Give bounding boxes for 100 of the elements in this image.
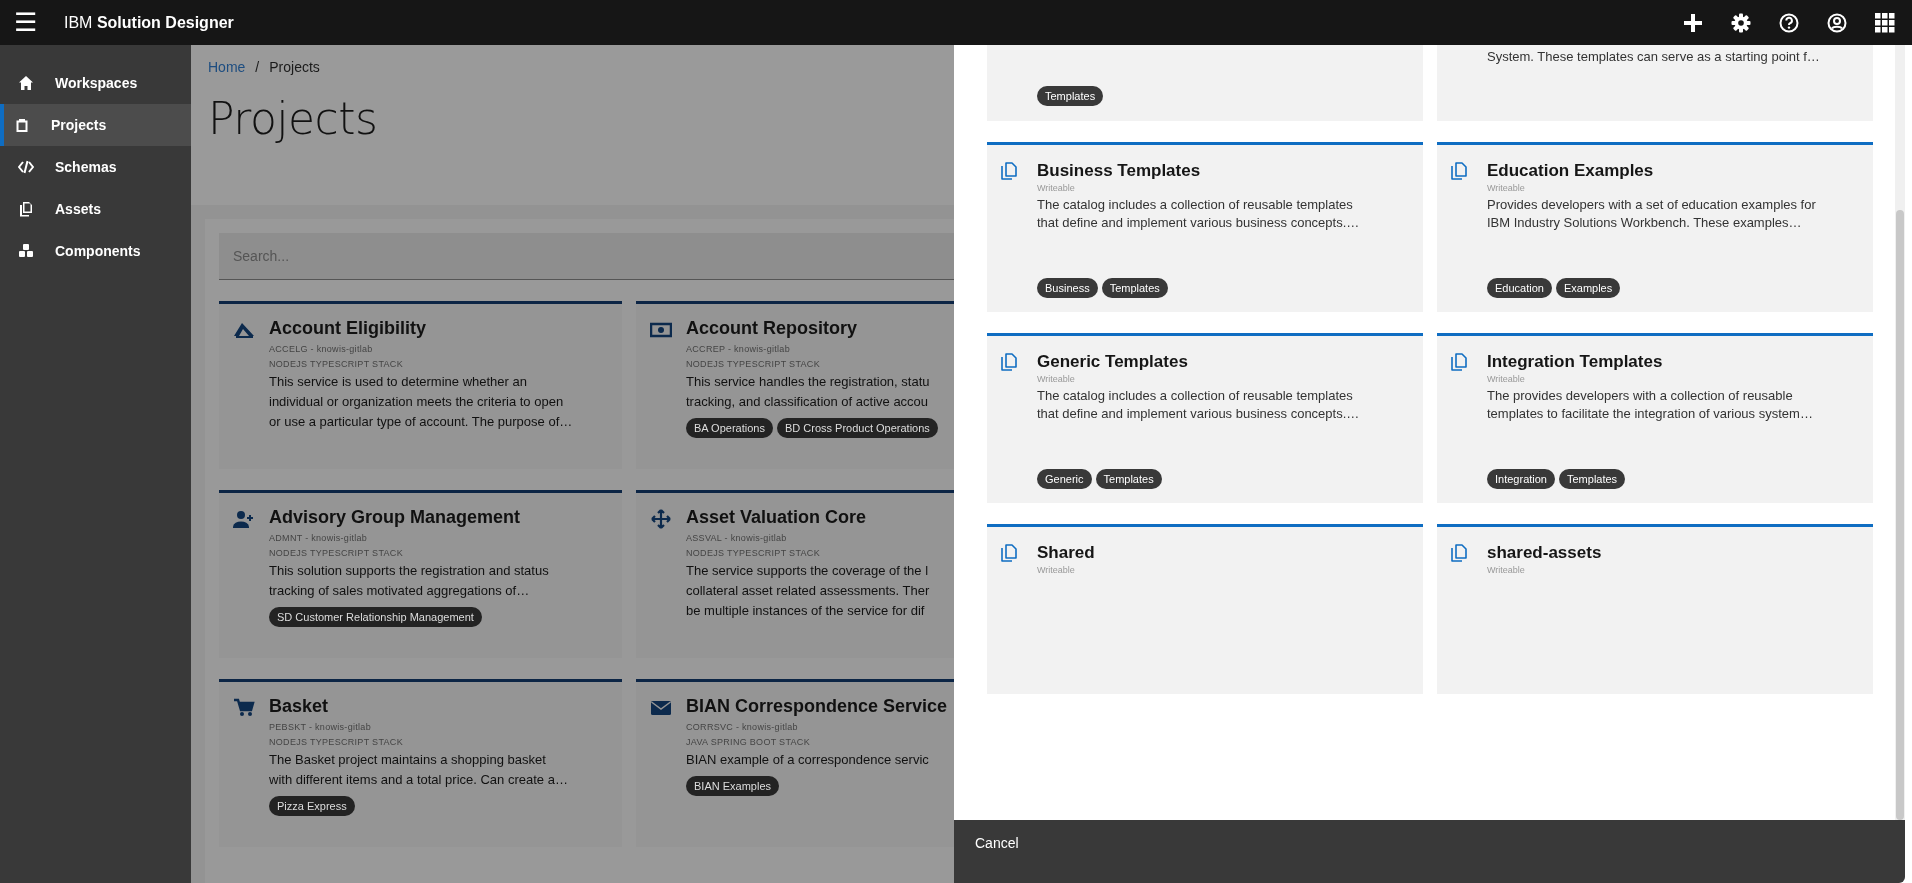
catalog-tag: Education <box>1487 278 1552 298</box>
project-tag: BA Operations <box>686 418 773 438</box>
breadcrumb-current: Projects <box>269 59 320 75</box>
catalog-card[interactable]: Generic Templates Writeable The catalog includes a collection of reusable templates that define and implement various business concepts.… Generic Templates <box>987 333 1423 503</box>
project-name: Advisory Group Management <box>269 507 522 528</box>
catalog-access: Writeable <box>1487 183 1526 193</box>
user-plus-icon <box>233 509 255 529</box>
project-source: CORRSVC - knowis-gitlab <box>686 722 799 732</box>
copy-icon <box>1001 162 1017 180</box>
project-tag: BD Cross Product Operations <box>776 418 938 438</box>
project-source: PEBSKT - knowis-gitlab <box>269 722 372 732</box>
settings-icon[interactable] <box>1731 12 1751 33</box>
project-stack: NODEJS TYPESCRIPT STACK <box>686 359 821 369</box>
scrollbar[interactable] <box>1895 45 1905 820</box>
copy-icon <box>1451 544 1467 562</box>
catalog-access: Writeable <box>1487 374 1526 384</box>
catalog-access: Writeable <box>1037 183 1076 193</box>
project-description: This service is used to determine whether an individual or organization meets the criteria to open or use a particular type of account. The purpose of… <box>269 373 573 431</box>
breadcrumb-separator: / <box>255 59 260 75</box>
project-card[interactable]: BIAN Correspondence Service CORRSVC - knowis-gitlab JAVA SPRING BOOT STACK BIAN example of a correspondence servic BIAN Examples <box>636 679 954 847</box>
catalog-tag: Templates <box>1559 469 1626 489</box>
project-source: ASSVAL - knowis-gitlab <box>686 533 788 543</box>
catalog-tag: Examples <box>1555 278 1621 298</box>
project-card[interactable]: Basket PEBSKT - knowis-gitlab NODEJS TYPESCRIPT STACK The Basket project maintains a shopping basket with different items and a total price. Can create a… Pizza Express <box>219 679 622 847</box>
cubes-icon <box>18 243 34 259</box>
copy-icon <box>1001 544 1017 562</box>
catalog-access: Writeable <box>1037 565 1076 575</box>
catalog-description: The catalog includes a collection of reusable templates that define and implement various business concepts.… <box>1037 196 1361 232</box>
move-icon <box>650 509 672 529</box>
project-source: ADMNT - knowis-gitlab <box>269 533 369 543</box>
sidebar-item[interactable]: Workspaces <box>0 62 191 104</box>
project-stack: NODEJS TYPESCRIPT STACK <box>269 548 404 558</box>
catalog-name: Shared <box>1037 543 1096 563</box>
page-title: Projects <box>208 93 379 144</box>
catalog-access: Writeable <box>1037 374 1076 384</box>
project-name: Asset Valuation Core <box>686 507 868 528</box>
project-name: Basket <box>269 696 330 717</box>
project-stack: NODEJS TYPESCRIPT STACK <box>269 737 404 747</box>
catalog-card[interactable]: shared-assets Writeable <box>1437 524 1873 694</box>
home-icon <box>18 75 34 91</box>
catalog-card[interactable]: Templates <box>987 45 1423 121</box>
project-tag: BIAN Examples <box>686 776 780 796</box>
search-field[interactable]: Search... <box>219 233 954 280</box>
catalog-card[interactable]: Shared Writeable <box>987 524 1423 694</box>
catalog-description: The catalog includes a collection of reusable templates that define and implement various business concepts.… <box>1037 387 1361 423</box>
catalog-card[interactable]: Integration Templates Writeable The provides developers with a collection of reusable templates to facilitate the integration of various system… Integration Templates <box>1437 333 1873 503</box>
catalog-tag: Integration <box>1487 469 1555 489</box>
help-icon[interactable] <box>1779 12 1799 33</box>
bill-icon <box>650 320 672 340</box>
project-source: ACCREP - knowis-gitlab <box>686 344 791 354</box>
sidebar-item[interactable]: Assets <box>0 188 191 230</box>
project-name: BIAN Correspondence Service <box>686 696 948 717</box>
menu-button[interactable]: ☰ <box>0 0 50 45</box>
project-description: BIAN example of a correspondence servic <box>686 751 930 769</box>
catalog-card[interactable]: System. These templates can serve as a starting point f… <box>1437 45 1873 121</box>
sidebar-item[interactable]: Schemas <box>0 146 191 188</box>
project-stack: NODEJS TYPESCRIPT STACK <box>269 359 404 369</box>
sidebar-item[interactable]: Components <box>0 230 191 272</box>
catalog-name: Integration Templates <box>1487 352 1664 372</box>
project-name: Account Eligibility <box>269 318 427 339</box>
catalog-card[interactable]: Education Examples Writeable Provides developers with a set of education examples for IBM Industry Solutions Workbench. These examples… Education Examples <box>1437 142 1873 312</box>
catalog-name: Business Templates <box>1037 161 1202 181</box>
project-description: The service supports the coverage of the l collateral asset related assessments. Ther be multiple instances of the service for dif <box>686 562 930 620</box>
project-description: This service handles the registration, statu tracking, and classification of active accou <box>686 373 931 411</box>
project-stack: JAVA SPRING BOOT STACK <box>686 737 811 747</box>
clipboard-icon <box>14 117 30 133</box>
project-description: The Basket project maintains a shopping basket with different items and a total price. Can create a… <box>269 751 568 789</box>
project-name: Account Repository <box>686 318 859 339</box>
project-card[interactable] <box>219 301 622 469</box>
project-card[interactable]: Asset Valuation Core ASSVAL - knowis-gitlab NODEJS TYPESCRIPT STACK The service supports the coverage of the l collateral asset related assessments. Ther be multiple instances of the service for dif <box>636 490 954 658</box>
project-description: This solution supports the registration and status tracking of sales motivated aggregations of… <box>269 562 549 600</box>
copy-icon <box>1001 353 1017 371</box>
code-icon <box>18 159 34 175</box>
copy-icon <box>18 201 34 217</box>
cancel-button[interactable]: Cancel <box>954 820 1040 866</box>
catalog-name: shared-assets <box>1487 543 1603 563</box>
user-icon[interactable] <box>1827 12 1847 33</box>
catalog-access: Writeable <box>1487 565 1526 575</box>
catalog-description: The provides developers with a collection of reusable templates to facilitate the integration of various system… <box>1487 387 1814 423</box>
catalog-description: System. These templates can serve as a starting point f… <box>1487 48 1821 66</box>
project-tag: Pizza Express <box>269 796 355 816</box>
catalog-card[interactable]: Business Templates Writeable The catalog includes a collection of reusable templates that define and implement various business concepts.… Business Templates <box>987 142 1423 312</box>
sidebar-item[interactable]: Projects <box>0 104 191 146</box>
catalog-tag: Templates <box>1037 86 1104 106</box>
grid-icon[interactable] <box>1875 12 1895 33</box>
project-source: ACCELG - knowis-gitlab <box>269 344 374 354</box>
catalog-name: Generic Templates <box>1037 352 1189 372</box>
project-card[interactable]: Account Repository ACCREP - knowis-gitlab NODEJS TYPESCRIPT STACK This service handles the registration, statu tracking, and classification of active accou BA Operations BD Cross Product Operations <box>636 301 954 469</box>
catalog-tag: Generic <box>1037 469 1092 489</box>
project-card[interactable] <box>219 490 622 658</box>
envelope-icon <box>650 698 672 718</box>
catalog-description: Provides developers with a set of education examples for IBM Industry Solutions Workbench. These examples… <box>1487 196 1817 232</box>
catalog-tag: Templates <box>1101 278 1168 298</box>
project-stack: NODEJS TYPESCRIPT STACK <box>686 548 821 558</box>
plus-icon[interactable] <box>1683 12 1703 33</box>
project-tag: SD Customer Relationship Management <box>269 607 482 627</box>
catalog-tag: Templates <box>1095 469 1162 489</box>
copy-icon <box>1451 353 1467 371</box>
app-title: IBM Solution Designer <box>64 13 234 32</box>
cart-icon <box>233 698 255 718</box>
